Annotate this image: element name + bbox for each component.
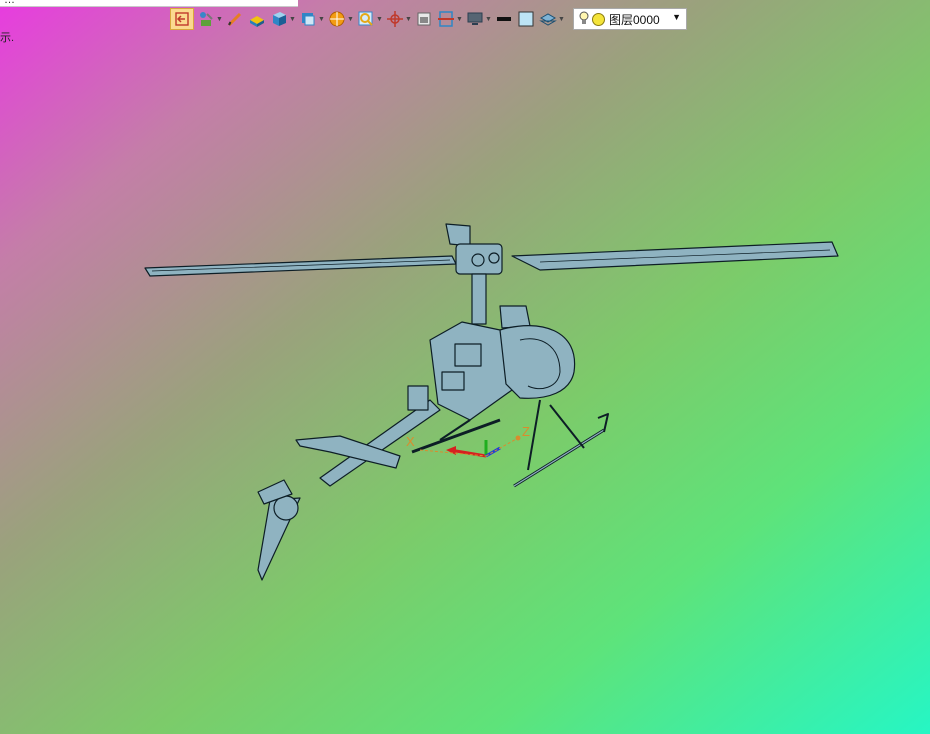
flybar-paddle: [445, 223, 471, 247]
servo: [441, 371, 465, 391]
frame: [429, 321, 513, 421]
rotor-mast: [471, 273, 487, 325]
x-axis-label: X: [406, 434, 415, 449]
canopy: [499, 324, 576, 399]
helicopter-model[interactable]: X Z: [0, 0, 930, 734]
flybar-paddle: [499, 305, 531, 329]
axis-triad: [419, 435, 521, 458]
servo: [454, 343, 482, 367]
z-axis-label: Z: [522, 424, 530, 439]
rotor-blade-left: [144, 255, 457, 277]
rotor-blade-right: [511, 241, 839, 271]
